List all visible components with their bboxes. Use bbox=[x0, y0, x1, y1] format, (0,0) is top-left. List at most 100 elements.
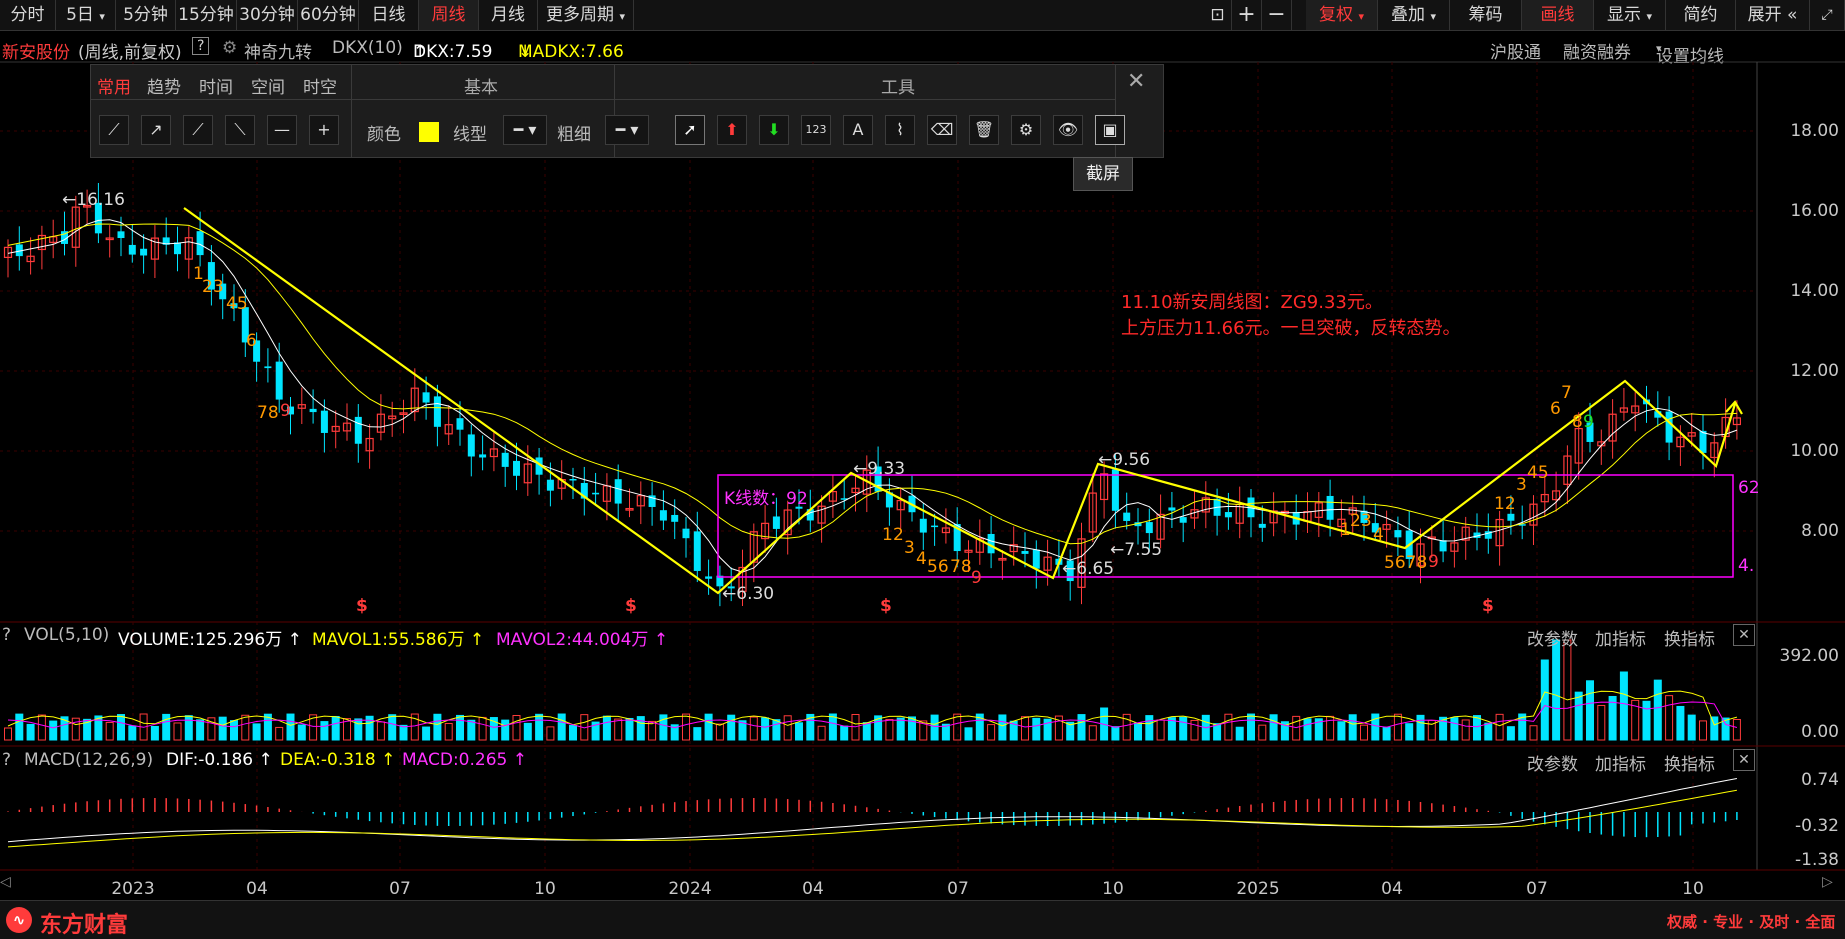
macd-change-params[interactable]: 改参数 bbox=[1527, 750, 1578, 775]
seq-label: 4 bbox=[916, 549, 927, 569]
seq-text: 3 bbox=[904, 538, 915, 558]
candle-body bbox=[320, 410, 328, 433]
candle-body bbox=[1032, 549, 1040, 569]
help-icon[interactable]: ? bbox=[2, 750, 11, 770]
up-arrow-tool-icon[interactable]: ⬆ bbox=[717, 115, 747, 145]
dollar-marker-icon: $ bbox=[880, 596, 892, 616]
volume-bar bbox=[286, 713, 295, 741]
help-icon[interactable]: ? bbox=[2, 625, 11, 645]
eye-icon[interactable]: 👁 bbox=[1053, 115, 1083, 145]
thickness-select[interactable]: ━ ▾ bbox=[605, 115, 649, 145]
close-icon[interactable]: ✕ bbox=[1733, 749, 1755, 771]
settings-gear-icon[interactable]: ⚙ bbox=[1011, 115, 1041, 145]
candle-body bbox=[919, 518, 927, 533]
volume-bar bbox=[1348, 714, 1357, 741]
volume-bar bbox=[241, 714, 250, 741]
volume-bar bbox=[682, 713, 690, 741]
candle-body bbox=[479, 454, 487, 458]
volume-bar bbox=[117, 714, 125, 741]
volume-bar bbox=[1190, 719, 1199, 741]
vol-swap-indicator[interactable]: 换指标 bbox=[1664, 625, 1715, 650]
seq-text: 78 bbox=[257, 403, 279, 423]
seq-label: 45 bbox=[1527, 463, 1549, 483]
x-tick: 10 bbox=[534, 879, 556, 899]
volume-bar bbox=[1473, 715, 1481, 741]
tab-space[interactable]: 空间 bbox=[251, 73, 285, 98]
volume-bar bbox=[1032, 717, 1041, 741]
volume-bar bbox=[1642, 700, 1651, 741]
arrow-line-tool-icon[interactable]: ↗ bbox=[141, 115, 171, 145]
vol-label[interactable]: VOL(5,10) bbox=[24, 625, 109, 645]
linetype-select[interactable]: ━ ▾ bbox=[503, 115, 547, 145]
reverse-line-tool-icon[interactable]: ⟍ bbox=[225, 115, 255, 145]
candle-body bbox=[546, 479, 554, 491]
text-tool-icon[interactable]: A bbox=[843, 115, 873, 145]
volume-bar bbox=[761, 717, 770, 741]
dollar-marker-icon: $ bbox=[625, 596, 637, 616]
segment-tool-icon[interactable]: ⟋ bbox=[99, 115, 129, 145]
number-tool-icon[interactable]: 123 bbox=[801, 115, 831, 145]
price-marker-value: 6.65 bbox=[1076, 559, 1115, 579]
macd-dea-text: DEA:-0.318 bbox=[280, 750, 376, 770]
seq-label: 12 bbox=[1494, 494, 1516, 514]
down-arrow-tool-icon[interactable]: ⬇ bbox=[759, 115, 789, 145]
scroll-right-icon[interactable]: ▷ bbox=[1822, 874, 1833, 890]
vol-change-params[interactable]: 改参数 bbox=[1527, 625, 1578, 650]
volume-bar bbox=[37, 714, 46, 741]
trash-icon[interactable]: 🗑 bbox=[969, 115, 999, 145]
candle-body bbox=[140, 248, 148, 256]
tab-common[interactable]: 常用 bbox=[97, 73, 131, 98]
macd-label[interactable]: MACD(12,26,9) bbox=[24, 750, 153, 770]
tab-trend[interactable]: 趋势 bbox=[147, 73, 181, 98]
ma-line-white bbox=[7, 219, 1738, 573]
volume-bar bbox=[795, 722, 803, 741]
ruler-tool-icon[interactable]: ⌇ bbox=[885, 115, 915, 145]
candle-body bbox=[309, 408, 317, 413]
horizontal-line-tool-icon[interactable]: — bbox=[267, 115, 297, 145]
volume-bar bbox=[501, 719, 510, 741]
volume-bar bbox=[422, 726, 431, 741]
candle-body bbox=[1326, 495, 1334, 520]
seq-text: 9 bbox=[1583, 412, 1594, 432]
seq-label: 78 bbox=[257, 403, 279, 423]
price-marker-value: 9.56 bbox=[1112, 450, 1151, 470]
volume-bar bbox=[1676, 705, 1685, 741]
eraser-tool-icon[interactable]: ⌫ bbox=[927, 115, 957, 145]
candle-body bbox=[1021, 551, 1029, 554]
candle-body bbox=[128, 244, 136, 255]
volume-bar bbox=[456, 714, 464, 741]
cross-tool-icon[interactable]: + bbox=[309, 115, 339, 145]
vol-add-indicator[interactable]: 加指标 bbox=[1595, 625, 1646, 650]
ma-line-yellow bbox=[7, 223, 1737, 545]
seq-text: 6 bbox=[246, 331, 257, 351]
volume-bar bbox=[749, 716, 758, 741]
macd-dea: DEA:-0.318 ↑ bbox=[280, 750, 396, 770]
macd-swap-indicator[interactable]: 换指标 bbox=[1664, 750, 1715, 775]
macd-add-indicator[interactable]: 加指标 bbox=[1595, 750, 1646, 775]
tab-timespace[interactable]: 时空 bbox=[303, 73, 337, 98]
candle-body bbox=[1179, 517, 1187, 523]
seq-label: 9 bbox=[1583, 412, 1594, 432]
tab-time[interactable]: 时间 bbox=[199, 73, 233, 98]
cursor-tool-icon[interactable]: ➚ bbox=[675, 115, 705, 145]
ray-tool-icon[interactable]: ⟋ bbox=[183, 115, 213, 145]
volume-bar bbox=[1529, 725, 1538, 741]
close-icon[interactable]: ✕ bbox=[1733, 624, 1755, 646]
macd-macd: MACD:0.265 ↑ bbox=[402, 750, 528, 770]
volume-bar bbox=[150, 725, 159, 741]
volume-bar bbox=[1111, 726, 1120, 741]
volume-bar bbox=[1393, 713, 1402, 741]
x-tick: 07 bbox=[389, 879, 411, 899]
volume-bar bbox=[297, 724, 306, 741]
screenshot-icon[interactable]: ▣ bbox=[1095, 115, 1125, 145]
volume-bar bbox=[376, 721, 385, 741]
color-swatch[interactable] bbox=[419, 122, 439, 142]
scroll-left-icon[interactable]: ◁ bbox=[0, 874, 11, 890]
volume-bar bbox=[433, 713, 442, 741]
x-tick: 2024 bbox=[668, 879, 712, 899]
close-icon[interactable]: ✕ bbox=[1127, 69, 1145, 94]
candle-body bbox=[513, 460, 520, 476]
volume-bar bbox=[1224, 713, 1233, 741]
seq-text: 1 bbox=[882, 525, 893, 545]
volume-bar bbox=[275, 726, 284, 741]
